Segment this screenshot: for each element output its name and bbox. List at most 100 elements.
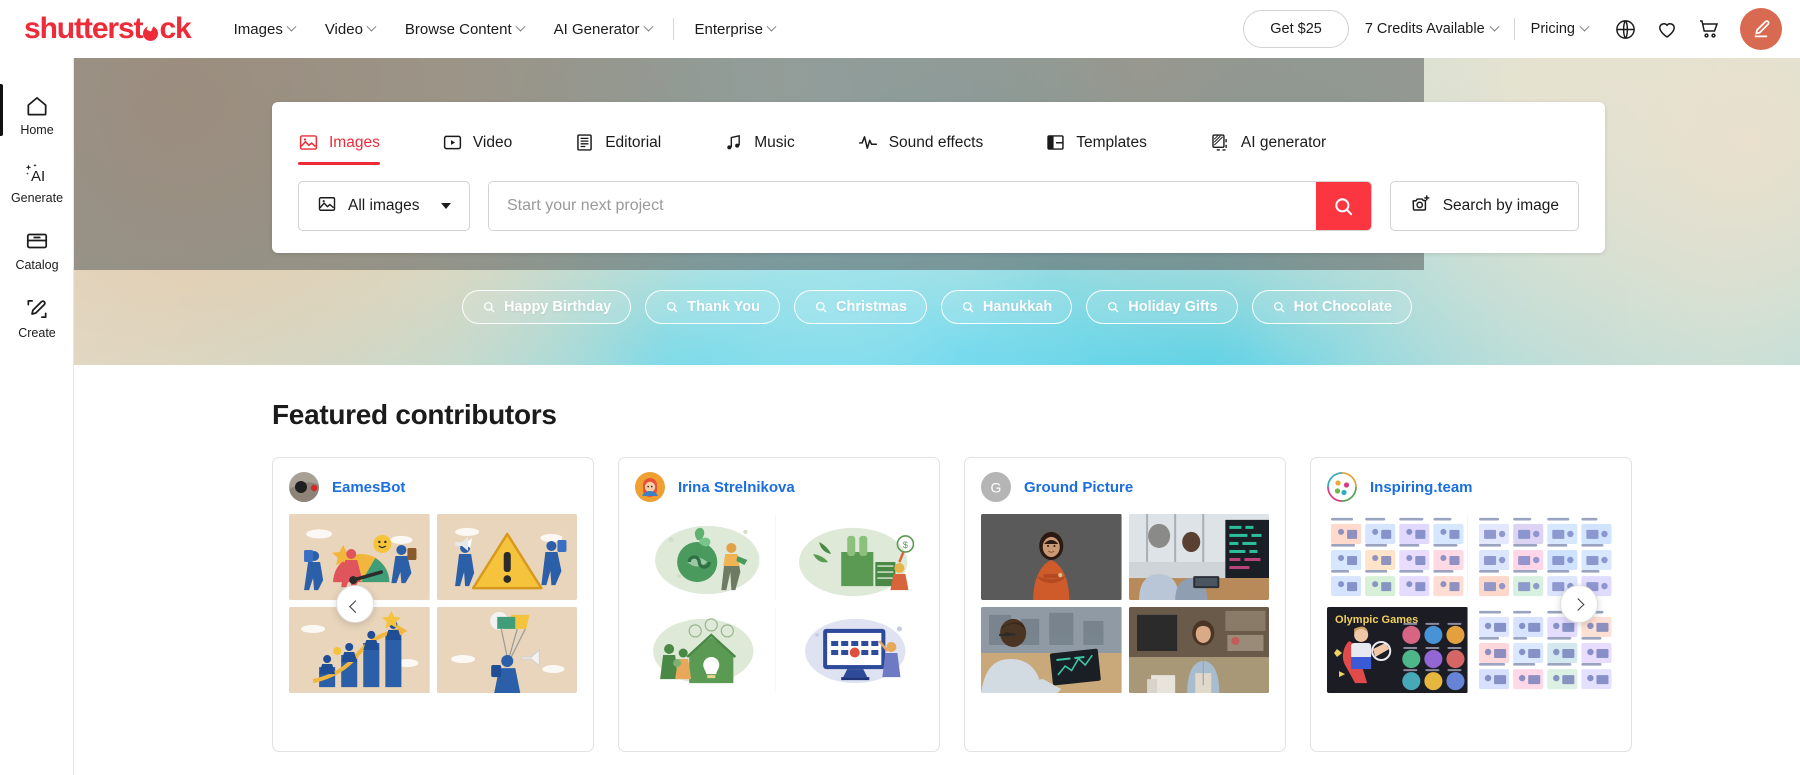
suggestion-chips: Happy Birthday Thank You Christmas Hanuk… <box>74 290 1800 324</box>
cart-button[interactable] <box>1688 8 1730 50</box>
logo-o-glyph <box>142 21 159 41</box>
thumbnail-grid <box>965 514 1285 693</box>
thumbnail[interactable] <box>635 607 776 693</box>
top-header: shutterst ck Images Video Browse Content … <box>0 0 1800 58</box>
chip-label: Christmas <box>836 299 907 315</box>
chip-label: Thank You <box>687 299 760 315</box>
credits-available-menu[interactable]: 7 Credits Available <box>1349 0 1514 58</box>
favorites-button[interactable] <box>1646 8 1688 50</box>
thumbnail[interactable] <box>1128 514 1269 600</box>
tab-label: Music <box>754 133 795 151</box>
search-submit-button[interactable] <box>1315 182 1371 230</box>
editorial-document-icon <box>574 132 595 153</box>
tab-label: AI generator <box>1240 133 1327 151</box>
contributor-cards-track: EamesBot Irina Strelnikova $ G Ground Pi… <box>74 457 1800 752</box>
chevron-down-icon <box>441 203 451 209</box>
chip-happy-birthday[interactable]: Happy Birthday <box>462 290 632 324</box>
chip-label: Hot Chocolate <box>1293 299 1392 315</box>
credits-label: 7 Credits Available <box>1364 21 1485 37</box>
chip-hot-chocolate[interactable]: Hot Chocolate <box>1251 290 1412 324</box>
search-by-image-button[interactable]: Search by image <box>1389 181 1579 231</box>
get-offer-button[interactable]: Get $25 <box>1243 10 1349 48</box>
contributor-header: Inspiring.team <box>1311 458 1631 514</box>
thumbnail[interactable] <box>1128 607 1269 693</box>
user-avatar-button[interactable] <box>1740 8 1782 50</box>
nav-item-images[interactable]: Images <box>219 0 310 58</box>
thumbnail[interactable] <box>981 607 1122 693</box>
globe-icon <box>1615 19 1635 39</box>
thumbnail[interactable] <box>436 607 577 693</box>
carousel-prev-button[interactable] <box>336 585 374 623</box>
chip-thank-you[interactable]: Thank You <box>645 290 780 324</box>
shopping-cart-icon <box>1700 20 1719 38</box>
contributor-name: Ground Picture <box>1024 478 1134 496</box>
logo-text-part2: ck <box>159 12 191 45</box>
tab-video[interactable]: Video <box>442 122 512 165</box>
tab-ai-generator[interactable]: AI generator <box>1209 122 1326 165</box>
tab-label: Sound effects <box>888 133 984 151</box>
contributor-card[interactable]: EamesBot <box>272 457 594 752</box>
thumbnail[interactable] <box>635 514 776 600</box>
search-icon <box>1334 197 1352 215</box>
language-button[interactable] <box>1604 8 1646 50</box>
sidebar-item-label: Generate <box>10 190 64 205</box>
sidebar-item-label: Create <box>18 325 56 340</box>
catalog-drawer-icon <box>26 233 48 249</box>
sidebar-item-generate[interactable]: AI Generate <box>0 148 74 216</box>
contributor-name: EamesBot <box>332 478 406 496</box>
nav-item-ai-generator[interactable]: AI Generator <box>539 0 667 58</box>
carousel-next-button[interactable] <box>1560 585 1598 623</box>
contributors-carousel: EamesBot Irina Strelnikova $ G Ground Pi… <box>74 457 1800 752</box>
sidebar-item-catalog[interactable]: Catalog <box>0 215 74 283</box>
contributor-card[interactable]: Irina Strelnikova $ <box>618 457 940 752</box>
nav-item-label: AI Generator <box>553 20 640 38</box>
heart-icon <box>1659 23 1675 38</box>
chip-holiday-gifts[interactable]: Holiday Gifts <box>1086 290 1238 324</box>
sidebar-item-label: Catalog <box>15 258 59 272</box>
search-input[interactable] <box>489 182 1316 230</box>
thumbnail-grid: $ <box>619 514 939 693</box>
nav-item-video[interactable]: Video <box>310 0 390 58</box>
search-row: All images Start your next project Searc… <box>272 165 1605 253</box>
shutterstock-logo[interactable]: shutterst ck <box>24 12 192 45</box>
chip-label: Hanukkah <box>982 299 1053 315</box>
search-icon <box>1273 301 1285 313</box>
thumbnail[interactable] <box>1327 514 1468 600</box>
pricing-menu[interactable]: Pricing <box>1515 0 1604 58</box>
nav-item-label: Browse Content <box>404 20 512 38</box>
tab-sound-effects[interactable]: Sound effects <box>857 122 984 165</box>
tab-label: Images <box>329 133 380 151</box>
left-sidebar: Home AI Generate Catalog Create <box>0 58 74 775</box>
tab-label: Video <box>472 133 513 151</box>
nav-item-enterprise[interactable]: Enterprise <box>680 0 790 58</box>
thumbnail[interactable] <box>981 514 1122 600</box>
contributor-header: Irina Strelnikova <box>619 458 939 514</box>
user-avatar-pen-icon <box>1754 20 1770 38</box>
sidebar-item-home[interactable]: Home <box>0 80 74 148</box>
asset-type-selector[interactable]: All images <box>298 181 470 231</box>
thumbnail[interactable]: Olympic Games <box>1327 607 1468 693</box>
thumbnail[interactable] <box>782 607 923 693</box>
contributor-card[interactable]: G Ground Picture <box>964 457 1286 752</box>
image-icon <box>298 132 319 153</box>
tab-music[interactable]: Music <box>723 122 795 165</box>
chip-hanukkah[interactable]: Hanukkah <box>940 290 1073 324</box>
tab-images[interactable]: Images <box>298 122 380 165</box>
chevron-down-icon <box>1489 21 1500 32</box>
header-right-cluster: Get $25 7 Credits Available Pricing <box>1243 0 1800 58</box>
thumbnail[interactable]: $ <box>782 514 923 600</box>
chip-label: Happy Birthday <box>504 299 612 315</box>
thumbnail[interactable] <box>1474 607 1615 693</box>
search-icon <box>667 301 678 313</box>
chip-christmas[interactable]: Christmas <box>794 290 927 324</box>
thumbnail[interactable] <box>1474 514 1615 600</box>
nav-item-browse-content[interactable]: Browse Content <box>390 0 539 58</box>
tab-editorial[interactable]: Editorial <box>574 122 661 165</box>
thumbnail[interactable] <box>436 514 577 600</box>
tab-templates[interactable]: Templates <box>1045 122 1147 165</box>
search-icon <box>1108 301 1119 313</box>
sidebar-item-create[interactable]: Create <box>0 283 74 351</box>
search-icon <box>962 301 974 313</box>
svg-text:$: $ <box>902 540 907 550</box>
nav-item-label: Enterprise <box>694 20 763 38</box>
